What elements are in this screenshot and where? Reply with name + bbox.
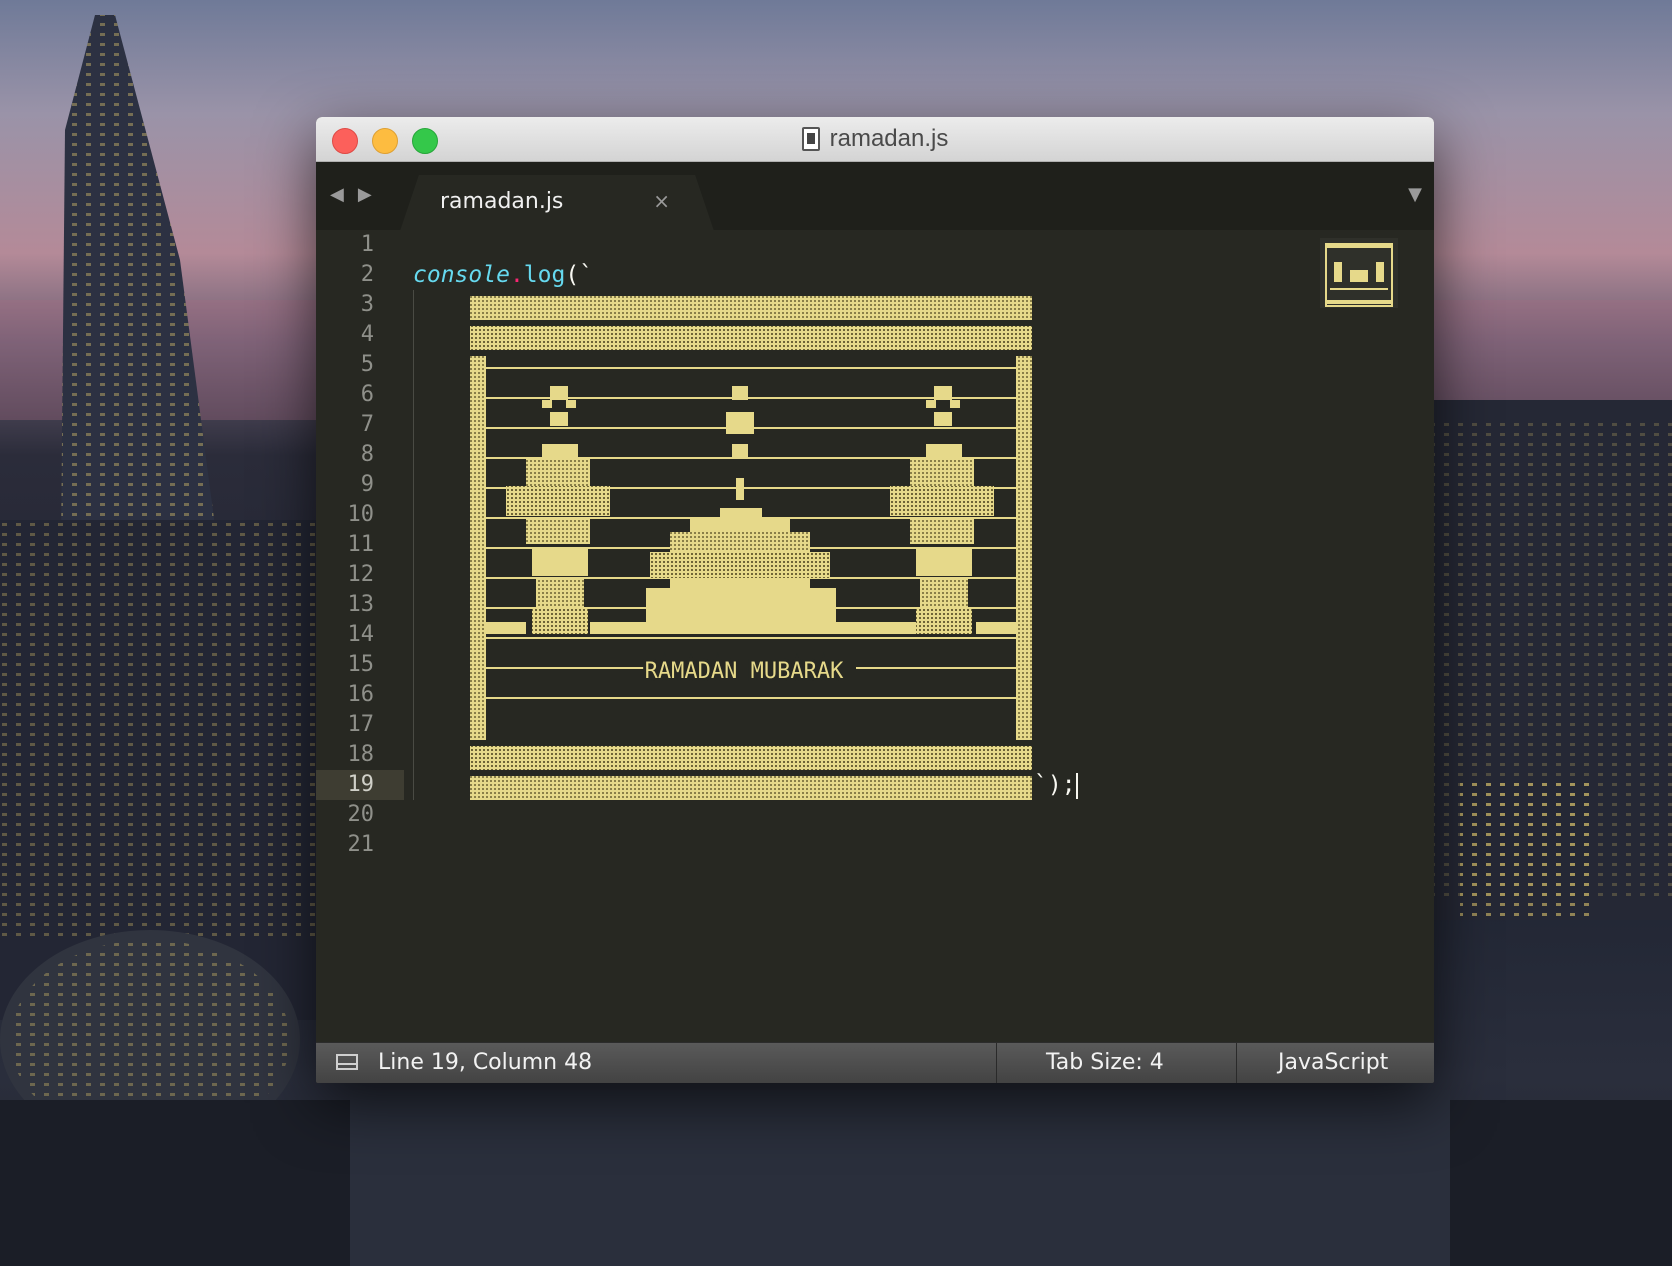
line-number: 13 [347,592,375,617]
dropdown-icon[interactable]: ▼ [1408,184,1422,205]
line-number: 18 [347,742,375,767]
tab-bar: ◀ ▶ ramadan.js × ▼ [316,162,1434,231]
line-number: 11 [347,532,375,557]
line-number: 8 [360,442,374,467]
file-icon [801,127,820,151]
minimap[interactable] [1320,238,1398,308]
code-line-2: console.log(` [413,260,593,290]
panel-icon[interactable] [336,1054,358,1070]
line-number: 17 [347,712,375,737]
editor-window: ramadan.js ◀ ▶ ramadan.js × ▼ 1234567891… [316,117,1434,1083]
token-dot: . [509,262,524,288]
line-number: 16 [347,682,375,707]
tab-ramadan-js[interactable]: ramadan.js × [400,175,714,231]
code-editor[interactable]: 1 2 3 4 5 6 7 8 9 10 11 12 13 14 15 16 17 18 19 20 21 consol… [316,230,1434,1042]
code-line-19-tail: `); [1034,770,1078,800]
syntax-selector[interactable]: JavaScript [1278,1043,1388,1083]
cursor-position: Line 19, Column 48 [378,1050,593,1075]
line-number: 20 [347,802,375,827]
line-number: 5 [360,352,374,377]
line-number: 1 [360,232,374,257]
line-number: 10 [347,502,375,527]
title-bar: ramadan.js [316,117,1434,162]
indent-guide [413,290,414,800]
line-number: 4 [360,322,374,347]
tab-size-selector[interactable]: Tab Size: 4 [1046,1043,1164,1083]
line-number: 6 [360,382,374,407]
token-console: console [413,262,510,288]
window-title: ramadan.js [829,125,949,152]
token-close: `); [1034,772,1076,798]
ascii-mosque-art: RAMADAN MUBARAK [470,296,1032,800]
text-cursor [1075,772,1078,799]
chevron-right-icon[interactable]: ▶ [358,184,372,205]
line-number: 3 [360,292,374,317]
line-number: 14 [347,622,375,647]
window-title-group: ramadan.js [316,117,1434,161]
line-number: 9 [360,472,374,497]
code-area[interactable]: console.log(` [413,230,593,290]
tab-nav: ◀ ▶ [330,184,372,205]
token-log: log [523,262,566,288]
status-bar: Line 19, Column 48 Tab Size: 4 JavaScrip… [316,1042,1434,1083]
chevron-left-icon[interactable]: ◀ [330,184,344,205]
line-number: 12 [347,562,375,587]
line-number: 21 [347,832,375,857]
status-divider [1236,1043,1237,1083]
status-divider [996,1043,997,1083]
line-number-gutter: 1 2 3 4 5 6 7 8 9 10 11 12 13 14 15 16 17 18 19 20 21 [316,230,404,860]
line-number: 2 [360,262,374,287]
ascii-art-caption: RAMADAN MUBARAK [645,659,844,684]
token-open: (` [565,262,594,288]
line-number: 15 [347,652,375,677]
close-icon[interactable]: × [653,189,670,213]
line-number: 19 [316,770,404,800]
line-number: 7 [360,412,374,437]
tab-label: ramadan.js [440,189,564,214]
